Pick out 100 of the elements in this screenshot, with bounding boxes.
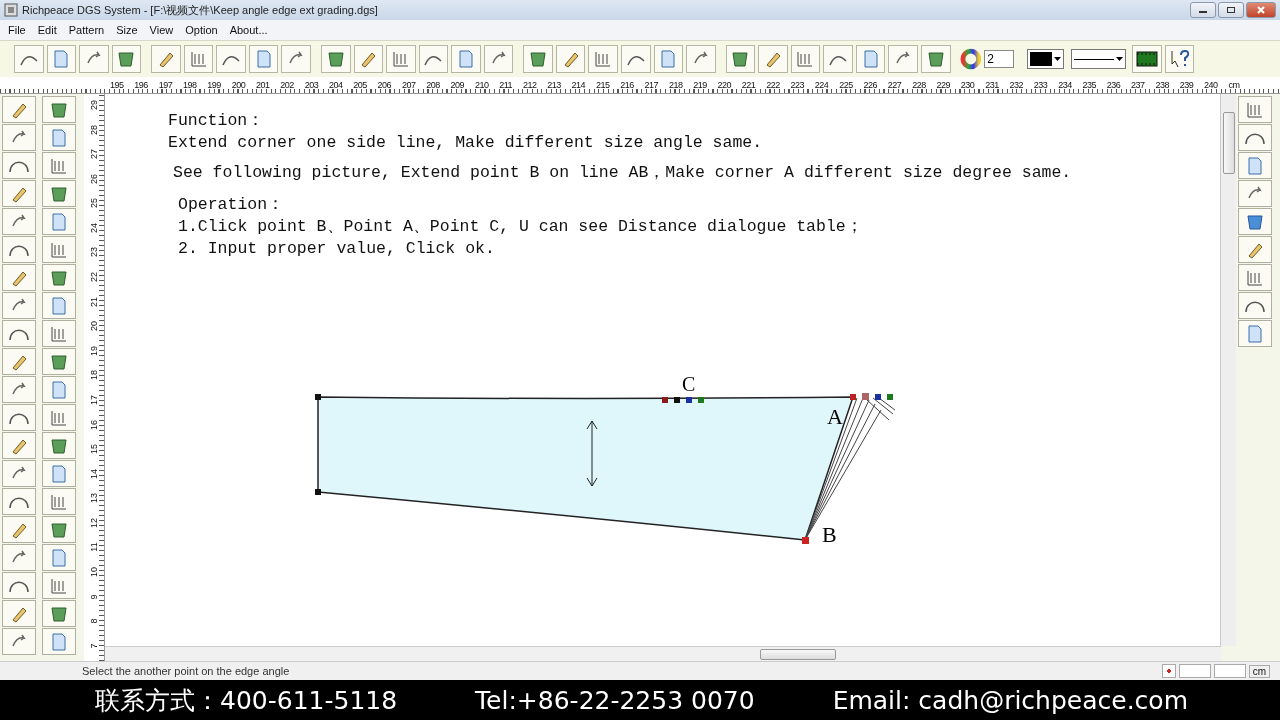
ruler-label: 221: [741, 80, 756, 90]
point-marker: [315, 394, 321, 400]
menu-item[interactable]: About...: [229, 24, 268, 36]
ruler-label: 232: [1009, 80, 1023, 90]
point-marker: [850, 394, 856, 400]
color-wheel-icon[interactable]: [959, 48, 982, 70]
tool-button[interactable]: [2, 404, 36, 431]
ruler-label: 21: [89, 296, 99, 307]
ruler-label: 28: [89, 124, 99, 135]
menu-item[interactable]: View: [149, 24, 174, 36]
tool-button[interactable]: [42, 96, 76, 123]
ruler-label: 207: [401, 80, 416, 90]
tool-button[interactable]: [823, 45, 853, 73]
scroll-thumb[interactable]: [1223, 112, 1235, 174]
page-icon: [49, 379, 69, 400]
ruler-label: 208: [426, 80, 440, 90]
ruler-label: 217: [644, 80, 659, 90]
grid-icon: [390, 49, 411, 69]
ruler-label: 222: [766, 80, 780, 90]
tool-button[interactable]: [42, 516, 76, 543]
tool-button[interactable]: [42, 348, 76, 375]
film-icon: [1135, 50, 1158, 68]
menu-item[interactable]: Pattern: [68, 24, 105, 36]
minimize-button[interactable]: [1190, 2, 1216, 18]
point-label: B: [822, 522, 837, 547]
tool-button[interactable]: [2, 152, 36, 179]
ruler-label: 213: [547, 80, 561, 90]
close-button[interactable]: [1246, 2, 1276, 18]
maximize-button[interactable]: [1218, 2, 1244, 18]
status-field: [1213, 664, 1246, 678]
tool-button[interactable]: [42, 432, 76, 459]
ruler-label: 29: [89, 100, 99, 110]
ruler-label: 219: [693, 80, 707, 90]
window-title: Richpeace DGS System - [F:\视频文件\Keep angle edge ext grading.dgs]: [22, 2, 378, 18]
ruler-label: 228: [912, 80, 926, 90]
tool-button[interactable]: [418, 45, 449, 73]
scroll-thumb[interactable]: [760, 649, 836, 660]
line-style-dropdown[interactable]: [1071, 49, 1127, 69]
tool-button[interactable]: [2, 320, 36, 347]
help-button[interactable]: [1164, 45, 1195, 73]
menu-item[interactable]: Option: [185, 24, 218, 36]
ruler-label: 239: [1179, 80, 1194, 90]
caret-icon: [1054, 57, 1062, 61]
grain-line-arrow: [586, 420, 598, 487]
tool-button[interactable]: [1238, 292, 1272, 319]
ruler-label: 25: [89, 198, 99, 209]
point-marker: [686, 397, 692, 403]
point-marker: [315, 489, 321, 495]
caret-icon: [1116, 57, 1124, 61]
instruction-text: Operation：: [177, 195, 286, 215]
ruler-label: 9: [89, 594, 99, 600]
tool-button[interactable]: [42, 600, 76, 627]
tool-button[interactable]: [523, 45, 553, 73]
page-icon: [49, 127, 69, 148]
menu-item[interactable]: Size: [116, 24, 138, 36]
ruler-unit: cm: [1228, 80, 1240, 90]
tool-button[interactable]: [725, 45, 756, 73]
vertical-scrollbar[interactable]: [1220, 94, 1236, 646]
status-field: [1178, 664, 1211, 678]
ruler-label: 13: [89, 493, 99, 504]
tool-button[interactable]: [920, 45, 951, 73]
tool-button[interactable]: [42, 264, 76, 291]
horizontal-scrollbar[interactable]: [105, 646, 1221, 661]
tool-button[interactable]: [42, 180, 76, 207]
ruler-label: 16: [89, 419, 99, 430]
tool-button[interactable]: [2, 488, 36, 515]
ruler-label: 226: [863, 80, 878, 90]
ruler-label: 11: [89, 542, 99, 553]
tool-button[interactable]: [620, 45, 651, 73]
menu-item[interactable]: Edit: [37, 24, 57, 36]
instruction-text: Function：: [168, 111, 266, 131]
tool-button[interactable]: [216, 45, 246, 73]
ruler-label: 229: [936, 80, 950, 90]
ruler-label: 206: [377, 80, 392, 90]
tool-button[interactable]: [320, 45, 351, 73]
ruler-label: 240: [1204, 80, 1218, 90]
tool-button[interactable]: [2, 236, 36, 263]
tool-button[interactable]: [1238, 124, 1272, 151]
menu-item[interactable]: File: [8, 24, 26, 36]
point-label: C: [682, 373, 696, 395]
close-icon: [1256, 6, 1266, 14]
tool-button[interactable]: [1132, 45, 1162, 73]
tool-button[interactable]: [14, 45, 44, 73]
status-indicator: [1161, 664, 1176, 678]
ruler-label: 20: [89, 321, 99, 332]
ruler-label: 26: [89, 173, 99, 184]
color-dropdown[interactable]: [1027, 49, 1065, 69]
point-marker: [802, 537, 809, 544]
ruler-label: 209: [450, 80, 465, 90]
shape-icon: [325, 49, 346, 69]
tool-button[interactable]: [2, 572, 36, 599]
tool-button[interactable]: [1238, 208, 1272, 235]
point-marker: [862, 393, 869, 400]
pen-width-field[interactable]: 2: [984, 50, 1015, 68]
tool-button[interactable]: [111, 45, 142, 73]
ruler-label: 205: [353, 80, 367, 90]
shape-icon: [116, 49, 137, 69]
point-marker: [674, 397, 680, 403]
ruler-label: 14: [89, 468, 99, 479]
shape-icon: [528, 49, 549, 69]
